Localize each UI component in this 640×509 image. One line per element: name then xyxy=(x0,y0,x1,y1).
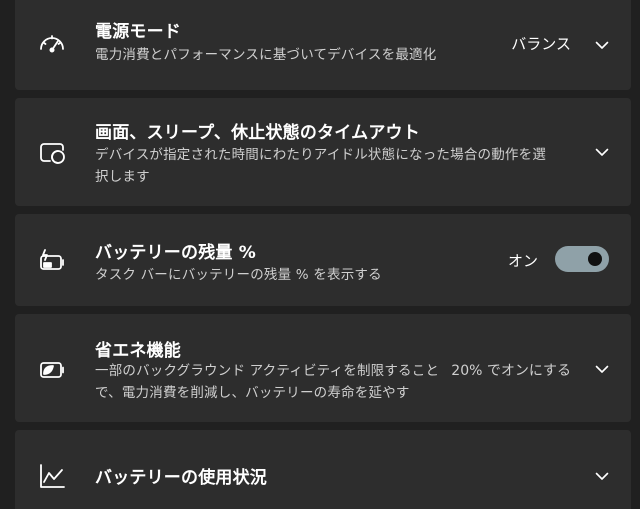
screen-sleep-icon xyxy=(37,138,67,168)
energy-saver-value[interactable]: 20% でオンにする xyxy=(451,360,571,380)
chevron-down-icon[interactable] xyxy=(593,143,611,161)
battery-charging-icon xyxy=(37,246,67,276)
power-mode-card[interactable]: 電源モード 電力消費とパフォーマンスに基づいてデバイスを最適化 バランス xyxy=(15,0,631,90)
toggle-knob xyxy=(588,252,602,266)
battery-percentage-description: タスク バーにバッテリーの残量 % を表示する xyxy=(95,267,382,283)
chevron-down-icon[interactable] xyxy=(593,467,611,485)
power-mode-value[interactable]: バランス xyxy=(511,33,571,54)
energy-saver-title: 省エネ機能 xyxy=(95,341,181,361)
power-settings-page: 電源モード 電力消費とパフォーマンスに基づいてデバイスを最適化 バランス 画面、… xyxy=(0,0,640,509)
screen-sleep-timeout-description-line2: 択します xyxy=(95,169,150,185)
chevron-down-icon[interactable] xyxy=(593,36,611,54)
energy-saver-description-line1: 一部のバックグラウンド アクティビティを制限すること xyxy=(95,363,440,379)
battery-saver-icon xyxy=(37,354,67,384)
battery-percentage-title: バッテリーの残量 % xyxy=(95,243,256,263)
energy-saver-card[interactable]: 省エネ機能 一部のバックグラウンド アクティビティを制限すること で、電力消費を… xyxy=(15,314,631,422)
usage-chart-icon xyxy=(37,461,67,491)
battery-usage-card[interactable]: バッテリーの使用状況 xyxy=(15,430,631,509)
screen-sleep-timeout-card[interactable]: 画面、スリープ、休止状態のタイムアウト デバイスが指定された時間にわたりアイドル… xyxy=(15,98,631,206)
gauge-icon xyxy=(37,30,67,60)
power-mode-title: 電源モード xyxy=(95,22,181,42)
energy-saver-description-line2: で、電力消費を削減し、バッテリーの寿命を延やす xyxy=(95,385,410,401)
screen-sleep-timeout-title: 画面、スリープ、休止状態のタイムアウト xyxy=(95,123,420,143)
screen-sleep-timeout-description-line1: デバイスが指定された時間にわたりアイドル状態になった場合の動作を選 xyxy=(95,147,547,163)
battery-percentage-toggle[interactable] xyxy=(555,246,609,272)
power-mode-description: 電力消費とパフォーマンスに基づいてデバイスを最適化 xyxy=(95,47,437,63)
battery-percentage-card: バッテリーの残量 % タスク バーにバッテリーの残量 % を表示する オン xyxy=(15,214,631,306)
battery-percentage-toggle-label: オン xyxy=(508,252,539,270)
battery-usage-title: バッテリーの使用状況 xyxy=(95,468,267,488)
chevron-down-icon[interactable] xyxy=(593,360,611,378)
